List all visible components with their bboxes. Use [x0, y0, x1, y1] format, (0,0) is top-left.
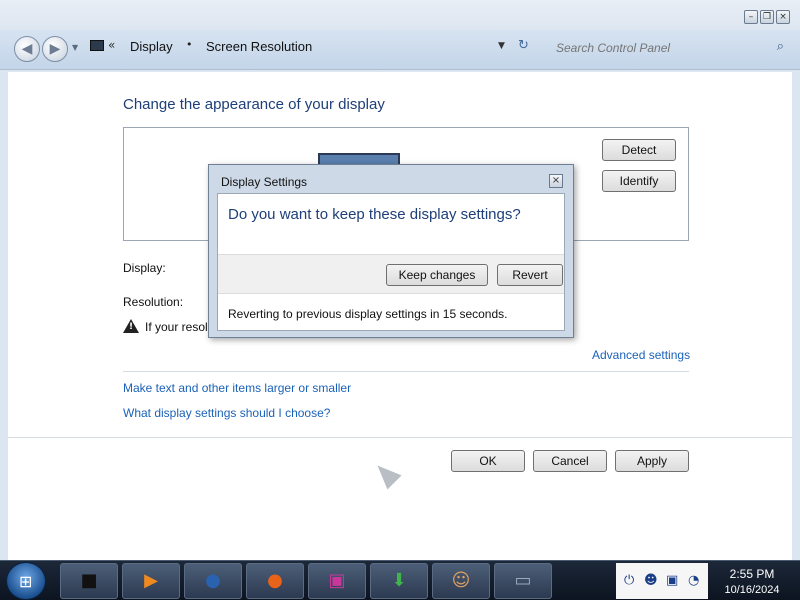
usb-icon[interactable]: ⏻ [624, 573, 634, 588]
breadcrumb-screen-resolution[interactable]: Screen Resolution [206, 39, 312, 54]
refresh-icon[interactable]: ↻ [518, 38, 529, 53]
keep-changes-button[interactable]: Keep changes [386, 264, 488, 286]
media-player-icon: ▶ [144, 570, 158, 591]
warning-text: If your resol [145, 320, 208, 334]
revert-countdown-text: Reverting to previous display settings i… [228, 307, 508, 321]
search-icon[interactable]: ⌕ [777, 39, 784, 54]
clock-date[interactable]: 10/16/2024 [712, 584, 792, 596]
taskbar-user[interactable]: ☺ [432, 563, 490, 599]
title-bar[interactable]: – ❐ × [0, 0, 800, 30]
detect-button[interactable]: Detect [602, 139, 676, 161]
ok-button[interactable]: OK [451, 450, 525, 472]
breadcrumb-overflow[interactable]: « [108, 38, 115, 52]
image-viewer-icon: ▣ [328, 570, 346, 591]
taskbar-image-viewer[interactable]: ▣ [308, 563, 366, 599]
warning-icon [123, 319, 139, 333]
cancel-button[interactable]: Cancel [533, 450, 607, 472]
dialog-close-button[interactable]: × [549, 174, 563, 188]
monitor-icon: ▭ [514, 570, 532, 591]
minimize-button[interactable]: – [744, 10, 758, 24]
breadcrumb-separator[interactable]: • [186, 38, 193, 51]
history-dropdown-icon[interactable]: ▼ [72, 43, 78, 52]
breadcrumb-display[interactable]: Display [130, 39, 173, 54]
forward-icon: ▶ [49, 41, 61, 57]
windows-logo-icon: ⊞ [19, 572, 33, 591]
display-settings-dialog: Display Settings × Do you want to keep t… [208, 164, 574, 338]
taskbar-monitor[interactable]: ▭ [494, 563, 552, 599]
display-label: Display: [123, 261, 166, 275]
taskbar-firefox[interactable]: ● [246, 563, 304, 599]
control-panel-icon [90, 40, 104, 51]
screen-icon[interactable]: ▣ [666, 573, 678, 588]
forward-button[interactable]: ▶ [42, 36, 68, 62]
clock-time[interactable]: 2:55 PM [712, 567, 792, 581]
taskbar-download[interactable]: ⬇ [370, 563, 428, 599]
apply-button[interactable]: Apply [615, 450, 689, 472]
taskbar-terminal[interactable]: ■ [60, 563, 118, 599]
close-button[interactable]: × [776, 10, 790, 24]
terminal-icon: ■ [80, 570, 98, 591]
text-size-link[interactable]: Make text and other items larger or smal… [123, 381, 351, 395]
identify-button[interactable]: Identify [602, 170, 676, 192]
dialog-body: Do you want to keep these display settin… [217, 193, 565, 331]
taskbar-media-player[interactable]: ▶ [122, 563, 180, 599]
taskbar-network[interactable]: ● [184, 563, 242, 599]
user-icon: ☺ [451, 570, 471, 591]
divider [123, 371, 689, 372]
footer-divider [8, 437, 792, 438]
address-dropdown-icon[interactable]: ▼ [498, 41, 505, 51]
dialog-title: Display Settings [221, 175, 308, 189]
system-tray: ⏻ ☻ ▣ ◔ [616, 563, 708, 599]
display-settings-help-link[interactable]: What display settings should I choose? [123, 406, 330, 420]
people-icon[interactable]: ☻ [644, 573, 658, 588]
taskbar: ⊞ ■ ▶ ● ● ▣ ⬇ ☺ ▭ ⏻ ☻ ▣ ◔ 2:55 PM 10/16/… [0, 560, 800, 600]
address-bar: ◀ ▶ ▼ « Display • Screen Resolution ▼ ↻ … [0, 30, 800, 70]
search-input[interactable] [550, 36, 790, 60]
dialog-button-bar: Keep changes Revert [218, 254, 564, 294]
wifi-icon[interactable]: ◔ [688, 573, 699, 588]
restore-button[interactable]: ❐ [760, 10, 774, 24]
revert-button[interactable]: Revert [497, 264, 563, 286]
firefox-icon: ● [267, 570, 283, 591]
dialog-question: Do you want to keep these display settin… [228, 206, 521, 223]
start-button[interactable]: ⊞ [6, 562, 46, 600]
resolution-label: Resolution: [123, 295, 184, 309]
download-icon: ⬇ [391, 570, 407, 591]
page-title: Change the appearance of your display [123, 96, 385, 113]
back-icon: ◀ [21, 41, 33, 57]
search-box[interactable]: ⌕ [550, 36, 790, 60]
advanced-settings-link[interactable]: Advanced settings [592, 348, 690, 362]
network-globe-icon: ● [205, 570, 221, 591]
back-button[interactable]: ◀ [14, 36, 40, 62]
